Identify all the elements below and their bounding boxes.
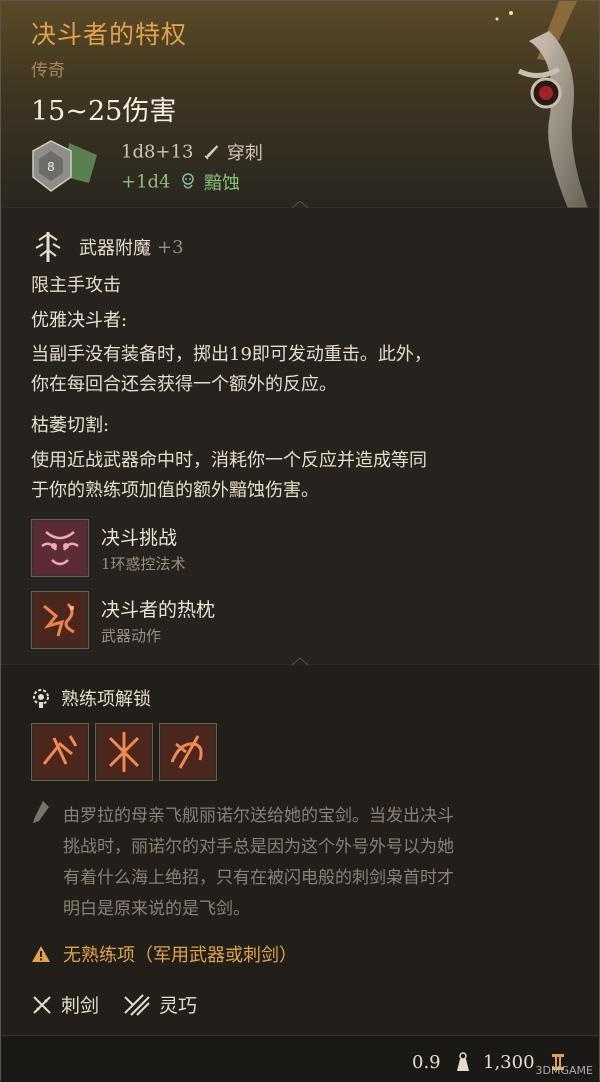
lore-quill-icon [33,801,49,823]
spell-name: 决斗挑战 [101,527,178,549]
rapier-icon [33,995,51,1014]
action-desc: 武器动作 [101,627,162,645]
warning-text: 无熟练项（军用武器或刺剑） [63,945,297,966]
action-duelist-zeal[interactable]: 决斗者的热枕 武器动作 [31,591,571,651]
item-rarity: 传奇 [31,61,65,81]
proficiency-unlock-header: 熟练项解锁 [31,685,151,711]
weapon-enchant-row: 武器附魔 +3 [31,229,184,265]
duelist-zeal-icon [31,591,89,649]
item-weight: 0.9 [412,1052,441,1073]
watermark-logo: 3DMGAME [535,1064,593,1077]
action-icon-3[interactable] [159,723,217,781]
spell-desc: 1环惑控法术 [101,555,186,573]
wither-cut-desc-1: 使用近战武器命中时，消耗你一个反应并造成等同 [31,450,427,471]
bonus-dice-value: +1d4 [121,171,171,193]
lore-line-1: 由罗拉的母亲飞舰丽诺尔送给她的宝剑。当发出决斗 [63,806,454,826]
trait-finesse: 灵巧 [159,995,198,1017]
damage-type-piercing: 穿刺 [226,143,263,164]
wither-cut-desc-2: 于你的熟练项加值的额外黯蚀伤害。 [31,480,319,501]
enchant-sword-icon [35,232,61,262]
sword-illustration [495,1,589,211]
dice-face-label: 8 [47,160,55,174]
damage-line-piercing: 1d8+13 穿刺 [121,139,263,165]
finesse-icon [124,993,150,1016]
enchant-label: 武器附魔 [79,238,151,259]
item-name: 决斗者的特权 [31,20,188,49]
proficiency-actions [31,723,217,781]
tooltip-header: 决斗者的特权 传奇 15~25伤害 8 1d8+13 穿刺 +1d4 黯蚀 [1,1,599,211]
elegant-duelist-title: 优雅决斗者: [31,310,128,331]
weight-icon [457,1052,469,1071]
lore-line-2: 挑战时，丽诺尔的对手总是因为这个外号外号以为她 [63,837,454,857]
main-hand-only: 限主手攻击 [31,275,121,296]
damage-line-necrotic: +1d4 黯蚀 [121,169,240,195]
enchant-bonus: +3 [157,236,184,258]
duel-challenge-icon [31,519,89,577]
proficiency-title: 熟练项解锁 [61,689,151,710]
action-icon-1[interactable] [31,723,89,781]
wither-cut-title: 枯萎切割: [31,415,110,436]
necrotic-icon [182,173,194,189]
piercing-icon [204,145,219,160]
lore-text: 由罗拉的母亲飞舰丽诺尔送给她的宝剑。当发出决斗 挑战时，丽诺尔的对手总是因为这个… [63,801,454,925]
damage-dice-value: 1d8+13 [121,141,194,163]
weapon-traits: 刺剑 灵巧 [31,991,197,1018]
item-tooltip: 决斗者的特权 传奇 15~25伤害 8 1d8+13 穿刺 +1d4 黯蚀 武器… [0,0,600,1082]
gear-lock-icon [33,689,49,708]
elegant-duelist-desc-1: 当副手没有装备时，掷出19即可发动重击。此外， [31,344,432,365]
lore-line-4: 明白是原来说的是飞剑。 [63,899,250,919]
damage-range: 15~25伤害 [31,96,177,127]
proficiency-warning: 无熟练项（军用武器或刺剑） [31,941,297,967]
d8-dice-icon: 8 [32,140,97,192]
lore-line-3: 有着什么海上绝招，只有在被闪电般的刺剑枭首时才 [63,868,454,888]
elegant-duelist-desc-2: 你在每回合还会获得一个额外的反应。 [31,374,337,395]
item-price: 1,300 [483,1052,535,1073]
trait-rapier: 刺剑 [61,995,100,1017]
spell-duel-challenge[interactable]: 决斗挑战 1环惑控法术 [31,519,571,579]
action-icon-2[interactable] [95,723,153,781]
damage-type-necrotic: 黯蚀 [203,173,240,194]
action-name: 决斗者的热枕 [101,599,216,621]
warning-icon [32,946,50,962]
